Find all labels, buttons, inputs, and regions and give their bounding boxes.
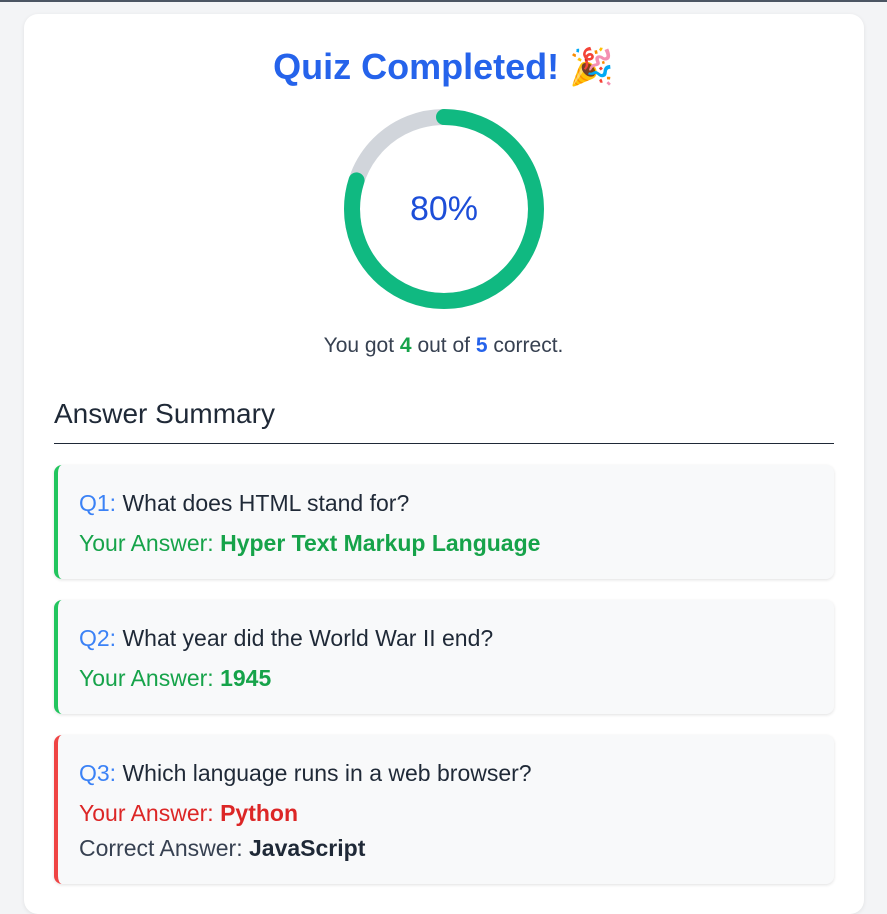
- score-ring: 80%: [344, 109, 544, 309]
- your-answer-label: Your Answer:: [79, 530, 214, 556]
- correct-answer-value: JavaScript: [249, 835, 366, 861]
- question-number: Q2:: [79, 625, 117, 651]
- question-text: What year did the World War II end?: [122, 625, 494, 651]
- your-answer-value: Hyper Text Markup Language: [220, 530, 541, 556]
- window-top-border: [0, 0, 887, 2]
- summary-divider: [54, 443, 834, 444]
- question-line: Q2: What year did the World War II end?: [79, 622, 834, 654]
- total-count: 5: [475, 334, 488, 357]
- score-middle: out of: [417, 334, 470, 357]
- correct-answer-label: Correct Answer:: [79, 835, 243, 861]
- score-text: You got 4 out of 5 correct.: [0, 334, 887, 358]
- correct-count: 4: [399, 334, 412, 357]
- score-percent: 80%: [409, 189, 479, 228]
- your-answer-label: Your Answer:: [79, 665, 214, 691]
- your-answer-line: Your Answer: 1945: [79, 662, 834, 694]
- your-answer-line: Your Answer: Python: [79, 797, 834, 829]
- answer-summary-heading: Answer Summary: [54, 398, 275, 429]
- your-answer-label: Your Answer:: [79, 800, 214, 826]
- question-line: Q3: Which language runs in a web browser…: [79, 757, 834, 789]
- your-answer-line: Your Answer: Hyper Text Markup Language: [79, 527, 834, 559]
- question-number: Q3:: [79, 760, 117, 786]
- title-text: Quiz Completed!: [273, 46, 560, 87]
- score-prefix: You got: [323, 334, 395, 357]
- your-answer-value: 1945: [220, 665, 272, 691]
- answer-card-q3: Q3: Which language runs in a web browser…: [54, 735, 834, 884]
- correct-answer-line: Correct Answer: JavaScript: [79, 832, 834, 864]
- your-answer-value: Python: [220, 800, 299, 826]
- score-suffix: correct.: [493, 334, 564, 357]
- answer-card-q2: Q2: What year did the World War II end? …: [54, 600, 834, 714]
- question-text: Which language runs in a web browser?: [122, 760, 532, 786]
- party-popper-icon: 🎉: [569, 46, 614, 87]
- question-line: Q1: What does HTML stand for?: [79, 487, 834, 519]
- question-text: What does HTML stand for?: [122, 490, 410, 516]
- page-title: Quiz Completed! 🎉: [0, 46, 887, 88]
- question-number: Q1:: [79, 490, 117, 516]
- answer-card-q1: Q1: What does HTML stand for? Your Answe…: [54, 465, 834, 579]
